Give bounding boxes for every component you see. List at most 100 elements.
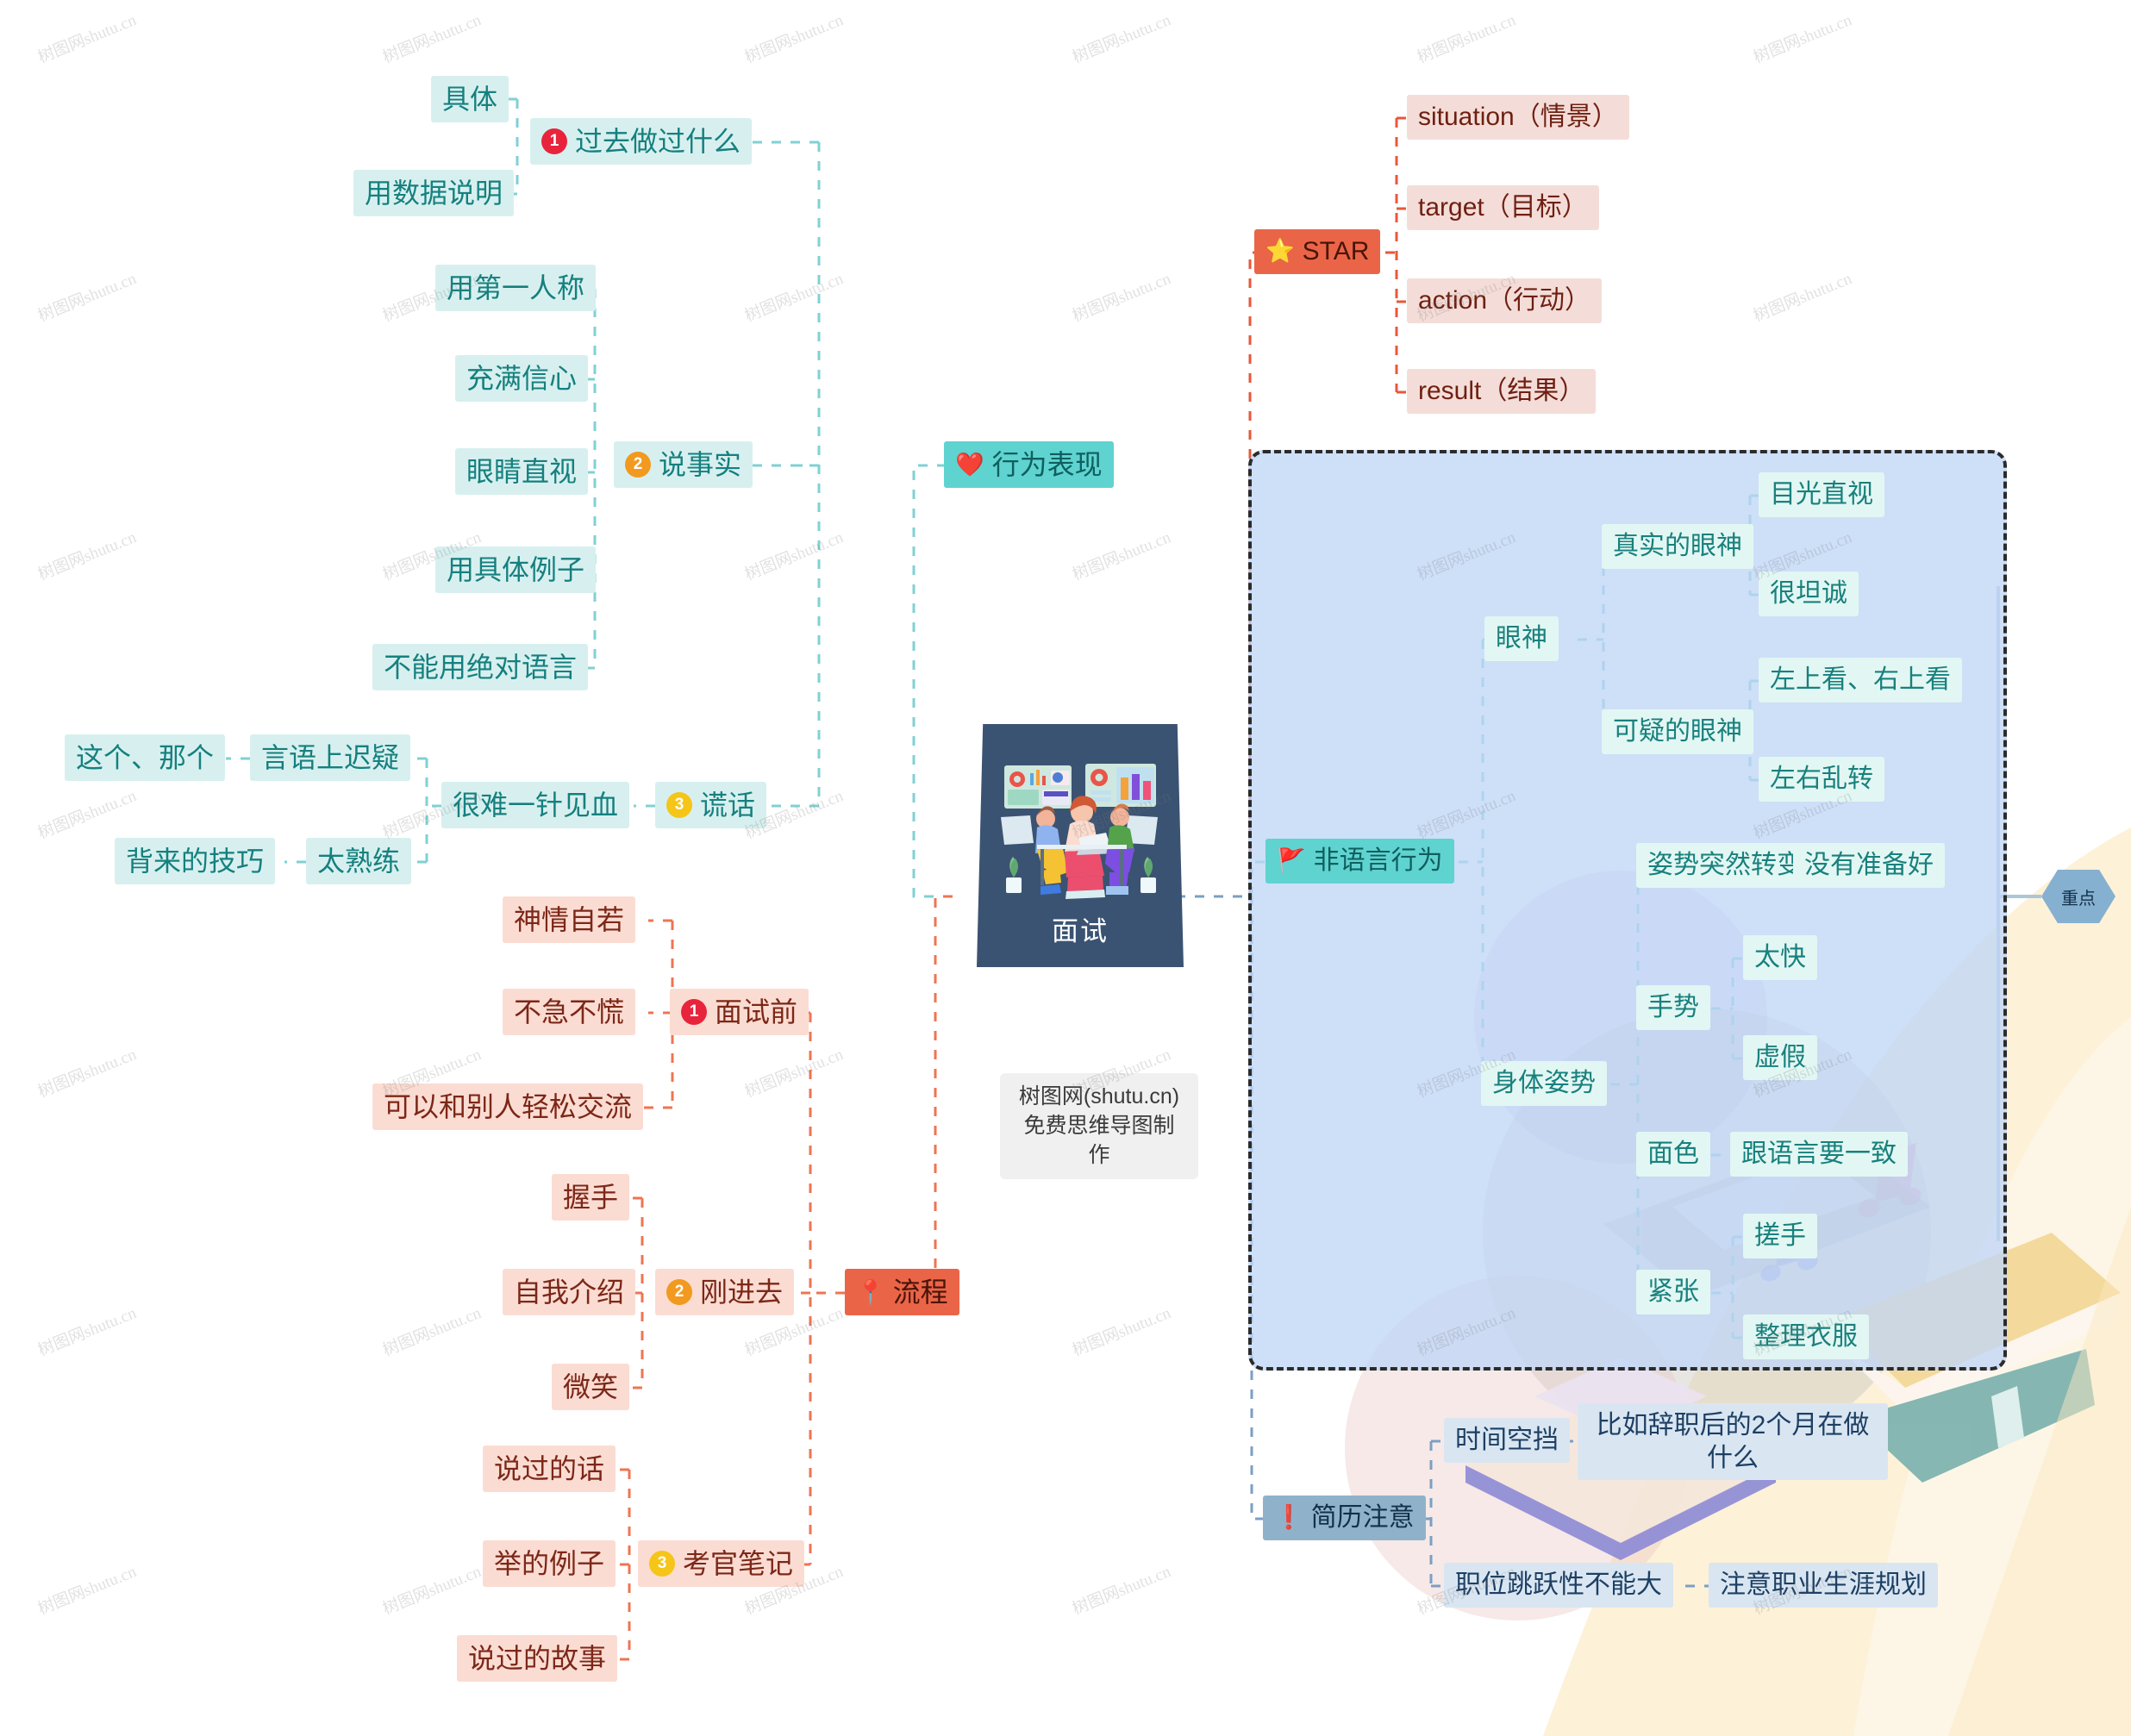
focus-marker-hexagon[interactable]: 重点 <box>2041 870 2115 923</box>
leaf-no-big-job-jumps[interactable]: 职位跳跃性不能大 <box>1444 1563 1673 1608</box>
leaf-fake[interactable]: 虚假 <box>1743 1035 1817 1080</box>
branch-behavior-label: 行为表现 <box>991 449 1103 480</box>
behavior-sub-facts[interactable]: 2 说事实 <box>614 441 753 488</box>
leaf-career-planning[interactable]: 注意职业生涯规划 <box>1709 1563 1938 1608</box>
leaf-label: 微笑 <box>563 1371 619 1402</box>
leaf-first-person[interactable]: 用第一人称 <box>435 265 597 311</box>
leaf-two-month-gap-example[interactable]: 比如辞职后的2个月在做什么 <box>1578 1403 1888 1480</box>
branch-behavior[interactable]: ❤️ 行为表现 <box>944 441 1114 488</box>
nonverbal-group-eyes[interactable]: 眼神 <box>1484 616 1559 661</box>
leaf-eye-contact[interactable]: 眼睛直视 <box>455 448 589 495</box>
leaf-label: result（结果） <box>1418 377 1585 405</box>
nonverbal-region-frame <box>1248 450 2007 1371</box>
leaf-complexion[interactable]: 面色 <box>1636 1132 1710 1177</box>
number-badge-2: 2 <box>625 452 651 478</box>
nonverbal-group-posture[interactable]: 身体姿势 <box>1481 1061 1607 1106</box>
number-badge-3: 3 <box>666 792 692 818</box>
leaf-label: 用具体例子 <box>447 554 585 585</box>
star-leaf-action[interactable]: action（行动） <box>1407 278 1603 323</box>
process-sub-before[interactable]: 1 面试前 <box>670 989 809 1035</box>
leaf-sudden-posture-change[interactable]: 姿势突然转变 <box>1636 843 1814 888</box>
leaf-confidence[interactable]: 充满信心 <box>455 355 589 402</box>
leaf-specific[interactable]: 具体 <box>431 76 509 122</box>
leaf-not-prepared[interactable]: 没有准备好 <box>1793 843 1945 888</box>
leaf-suspicious-gaze[interactable]: 可疑的眼神 <box>1602 709 1753 754</box>
behavior-sub-past-label: 过去做过什么 <box>575 126 741 157</box>
leaf-label: 不能用绝对语言 <box>384 652 578 683</box>
leaf-label: 没有准备好 <box>1804 851 1934 879</box>
leaf-hard-to-be-direct[interactable]: 很难一针见血 <box>441 782 630 828</box>
leaf-composed[interactable]: 神情自若 <box>503 896 636 943</box>
central-topic-interview[interactable]: 面试 <box>977 724 1184 967</box>
leaf-label: situation（情景） <box>1418 103 1618 131</box>
leaf-label: 说过的话 <box>494 1453 605 1484</box>
leaf-too-rehearsed[interactable]: 太熟练 <box>306 838 412 884</box>
leaf-label: 具体 <box>442 84 498 115</box>
leaf-label: 太快 <box>1754 943 1806 971</box>
number-badge-1: 1 <box>541 128 567 154</box>
behavior-sub-lies-label: 谎话 <box>700 790 756 821</box>
behavior-sub-facts-label: 说事实 <box>659 449 742 480</box>
star-leaf-situation[interactable]: situation（情景） <box>1407 95 1629 140</box>
process-sub-examiner-notes-label: 考官笔记 <box>683 1548 794 1579</box>
leaf-label: 面色 <box>1647 1140 1699 1168</box>
leaf-stories-told[interactable]: 说过的故事 <box>457 1635 618 1682</box>
leaf-label: 虚假 <box>1754 1043 1806 1071</box>
leaf-time-gap[interactable]: 时间空挡 <box>1444 1418 1570 1463</box>
number-badge-3: 3 <box>649 1551 675 1577</box>
leaf-rubbing-hands[interactable]: 搓手 <box>1743 1214 1817 1258</box>
leaf-label: action（行动） <box>1418 286 1591 315</box>
leaf-concrete-example[interactable]: 用具体例子 <box>435 546 597 593</box>
branch-nonverbal[interactable]: 🚩 非语言行为 <box>1265 839 1454 884</box>
leaf-looking-up-left-right[interactable]: 左上看、右上看 <box>1759 658 1962 703</box>
leaf-easy-conversation[interactable]: 可以和别人轻松交流 <box>372 1083 644 1130</box>
leaf-label: 左右乱转 <box>1770 765 1873 793</box>
leaf-use-data[interactable]: 用数据说明 <box>353 170 515 216</box>
leaf-what-was-said[interactable]: 说过的话 <box>483 1446 616 1492</box>
process-sub-entering-label: 刚进去 <box>700 1277 784 1308</box>
leaf-not-rushed[interactable]: 不急不慌 <box>503 989 636 1035</box>
location-pin-icon: 📍 <box>856 1278 885 1305</box>
leaf-memorized-technique[interactable]: 背来的技巧 <box>115 838 276 884</box>
leaf-label: 目光直视 <box>1770 480 1873 509</box>
leaf-label: 搓手 <box>1754 1221 1806 1250</box>
leaf-gestures[interactable]: 手势 <box>1636 985 1710 1030</box>
branch-process[interactable]: 📍 流程 <box>845 1269 959 1315</box>
leaf-label: 太熟练 <box>317 846 401 877</box>
leaf-no-absolute-language[interactable]: 不能用绝对语言 <box>372 644 589 690</box>
leaf-very-sincere[interactable]: 很坦诚 <box>1759 571 1859 616</box>
exclamation-icon: ❗ <box>1274 1504 1303 1531</box>
leaf-this-that[interactable]: 这个、那个 <box>65 734 226 781</box>
leaf-genuine-gaze[interactable]: 真实的眼神 <box>1602 524 1753 569</box>
branch-resume-label: 简历注意 <box>1310 1503 1415 1532</box>
leaf-label: 眼睛直视 <box>466 456 578 487</box>
leaf-label: 比如辞职后的2个月在做什么 <box>1596 1411 1870 1472</box>
leaf-adjusting-clothes[interactable]: 整理衣服 <box>1743 1314 1869 1359</box>
leaf-label: 姿势突然转变 <box>1647 851 1803 879</box>
process-sub-examiner-notes[interactable]: 3 考官笔记 <box>638 1540 805 1587</box>
leaf-nervous[interactable]: 紧张 <box>1636 1270 1710 1314</box>
leaf-verbal-hesitation[interactable]: 言语上迟疑 <box>250 734 411 781</box>
leaf-label: 很难一针见血 <box>453 790 619 821</box>
focus-marker-label: 重点 <box>2061 889 2096 909</box>
leaf-handshake[interactable]: 握手 <box>552 1174 630 1221</box>
branch-resume[interactable]: ❗ 简历注意 <box>1263 1496 1426 1540</box>
leaf-label: 举的例子 <box>494 1548 605 1579</box>
leaf-match-words[interactable]: 跟语言要一致 <box>1730 1132 1908 1177</box>
leaf-darting-eyes[interactable]: 左右乱转 <box>1759 757 1884 802</box>
leaf-self-introduction[interactable]: 自我介绍 <box>503 1269 636 1315</box>
behavior-sub-past[interactable]: 1 过去做过什么 <box>530 118 753 165</box>
leaf-examples-given[interactable]: 举的例子 <box>483 1540 616 1587</box>
heart-icon: ❤️ <box>955 451 984 478</box>
behavior-sub-lies[interactable]: 3 谎话 <box>655 782 767 828</box>
process-sub-entering[interactable]: 2 刚进去 <box>655 1269 795 1315</box>
leaf-smile[interactable]: 微笑 <box>552 1364 630 1410</box>
branch-star[interactable]: ⭐ STAR <box>1254 229 1381 274</box>
star-leaf-result[interactable]: result（结果） <box>1407 369 1597 414</box>
leaf-label: 言语上迟疑 <box>261 742 400 773</box>
star-leaf-target[interactable]: target（目标） <box>1407 185 1599 230</box>
number-badge-2: 2 <box>666 1279 692 1305</box>
leaf-too-fast[interactable]: 太快 <box>1743 935 1817 980</box>
leaf-label: target（目标） <box>1418 193 1588 222</box>
leaf-direct-gaze[interactable]: 目光直视 <box>1759 472 1884 517</box>
